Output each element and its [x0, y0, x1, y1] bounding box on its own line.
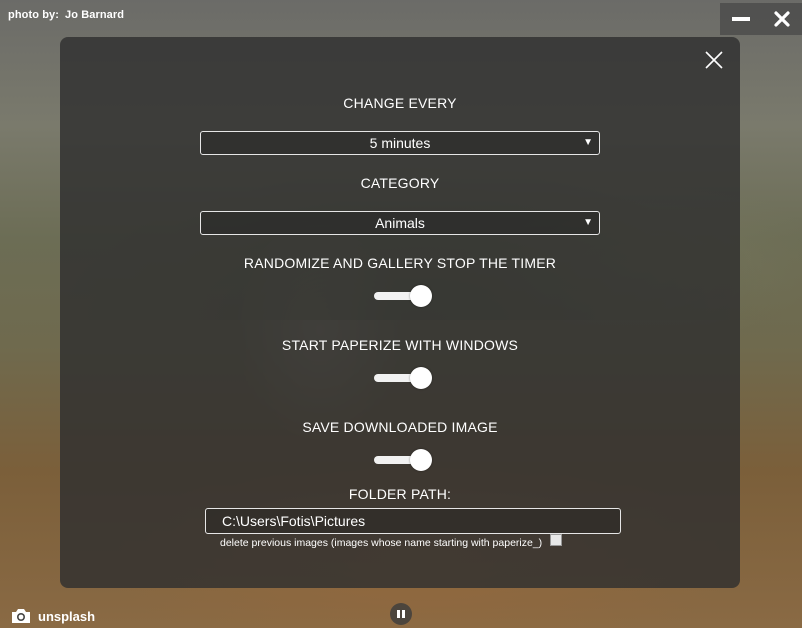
folder-path-input[interactable]	[205, 508, 621, 534]
settings-panel: CHANGE EVERY 5 minutes ▼ CATEGORY Animal…	[60, 37, 740, 588]
save-downloaded-label: SAVE DOWNLOADED IMAGE	[302, 419, 498, 435]
change-every-label: CHANGE EVERY	[343, 95, 457, 111]
minimize-icon	[731, 17, 750, 21]
close-window-button[interactable]	[770, 7, 794, 31]
category-select[interactable]: Animals ▼	[200, 211, 600, 235]
category-value: Animals	[375, 215, 425, 231]
start-with-windows-label: START PAPERIZE WITH WINDOWS	[281, 337, 519, 353]
unsplash-label: unsplash	[38, 608, 96, 624]
photo-credit-prefix: photo by:	[8, 9, 59, 21]
pause-icon	[397, 610, 405, 618]
change-every-value: 5 minutes	[369, 135, 431, 151]
category-label: CATEGORY	[360, 175, 440, 191]
start-with-windows-toggle[interactable]	[374, 367, 432, 389]
photo-credit: photo by: Jo Barnard	[8, 9, 124, 21]
camera-icon	[12, 609, 30, 623]
toggle-knob	[410, 449, 432, 471]
delete-previous-checkbox[interactable]	[550, 534, 563, 546]
randomize-toggle[interactable]	[374, 285, 432, 307]
close-settings-button[interactable]	[703, 49, 725, 71]
close-icon	[773, 11, 790, 27]
randomize-label: RANDOMIZE AND GALLERY STOP THE TIMER	[243, 255, 557, 271]
minimize-button[interactable]	[729, 7, 753, 31]
pause-button[interactable]	[390, 603, 412, 625]
unsplash-link[interactable]: unsplash	[10, 607, 95, 625]
toggle-knob	[410, 285, 432, 307]
change-every-select[interactable]: 5 minutes ▼	[200, 131, 600, 155]
dropdown-arrow-icon: ▼	[583, 137, 593, 148]
folder-path-label: FOLDER PATH:	[348, 486, 452, 502]
photo-credit-author: Jo Barnard	[65, 9, 125, 21]
delete-previous-row: delete previous images (images whose nam…	[220, 534, 563, 549]
toggle-knob	[410, 367, 432, 389]
close-icon	[705, 51, 723, 69]
dropdown-arrow-icon: ▼	[583, 217, 593, 228]
save-downloaded-toggle[interactable]	[374, 449, 432, 471]
window-controls	[720, 3, 802, 35]
delete-previous-label: delete previous images (images whose nam…	[220, 537, 543, 549]
